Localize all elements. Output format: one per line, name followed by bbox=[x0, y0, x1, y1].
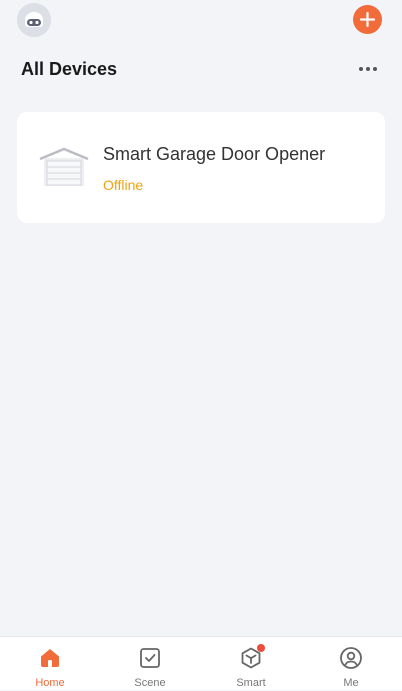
tab-label: Smart bbox=[236, 677, 266, 689]
plus-icon bbox=[359, 11, 376, 28]
tab-me[interactable]: Me bbox=[301, 637, 401, 691]
garage-door-icon bbox=[38, 147, 90, 187]
user-circle-icon bbox=[339, 646, 363, 670]
home-icon bbox=[38, 646, 62, 670]
ellipsis-icon bbox=[359, 67, 377, 71]
more-options-button[interactable] bbox=[354, 60, 382, 78]
device-name: Smart Garage Door Opener bbox=[103, 144, 326, 164]
tab-home[interactable]: Home bbox=[0, 637, 100, 691]
avatar[interactable] bbox=[17, 3, 51, 37]
tab-label: Scene bbox=[134, 677, 166, 689]
device-card[interactable]: Smart Garage Door Opener Offline bbox=[17, 112, 385, 223]
tab-scene[interactable]: Scene bbox=[100, 637, 200, 691]
notification-badge bbox=[257, 644, 265, 652]
device-status: Offline bbox=[103, 177, 144, 193]
tab-label: Home bbox=[35, 677, 65, 689]
page-title: All Devices bbox=[21, 59, 118, 79]
add-device-button[interactable] bbox=[353, 5, 382, 34]
checkbox-icon bbox=[138, 646, 162, 670]
tab-label: Me bbox=[343, 677, 359, 689]
tab-bar: Home Scene Smart Me bbox=[0, 636, 402, 690]
robot-avatar-icon bbox=[17, 3, 51, 37]
tab-smart[interactable]: Smart bbox=[201, 637, 301, 691]
